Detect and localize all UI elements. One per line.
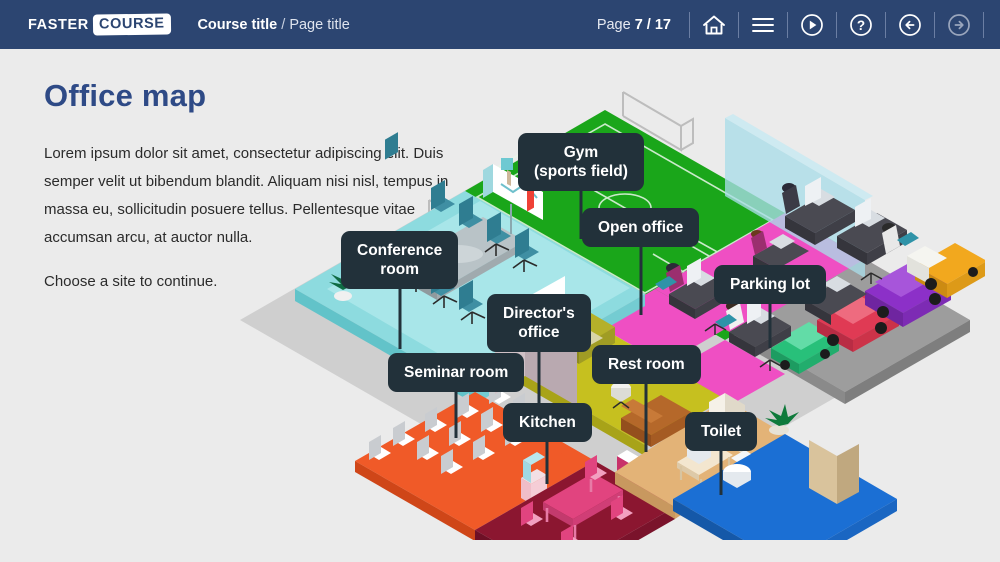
hotspot-label[interactable]: Conference room bbox=[341, 231, 459, 289]
hotspot-conference-room[interactable]: Conference room bbox=[341, 231, 459, 349]
app-header: FASTER COURSE Course title / Page title … bbox=[0, 0, 1000, 49]
pointer-line bbox=[454, 392, 458, 438]
hotspot-label[interactable]: Gym (sports field) bbox=[518, 133, 644, 191]
home-icon bbox=[701, 13, 727, 37]
help-icon: ? bbox=[849, 13, 873, 37]
hotspot-label[interactable]: Rest room bbox=[592, 345, 701, 384]
page-counter-value: 7 / 17 bbox=[634, 16, 671, 33]
divider bbox=[983, 11, 984, 38]
slide-canvas: FASTER COURSE Course title / Page title … bbox=[0, 0, 1000, 562]
breadcrumb-separator: / bbox=[277, 16, 290, 33]
page-title: Office map bbox=[44, 78, 207, 113]
logo-faster-text: FASTER bbox=[28, 16, 89, 33]
next-button[interactable] bbox=[935, 0, 983, 49]
hotspot-gym[interactable]: Gym (sports field) bbox=[518, 133, 644, 239]
page-counter: Page 7 / 17 bbox=[597, 17, 671, 33]
menu-icon bbox=[750, 14, 776, 36]
logo-course-text: COURSE bbox=[93, 14, 170, 35]
page-counter-label: Page bbox=[596, 16, 635, 33]
svg-text:?: ? bbox=[857, 18, 865, 33]
pointer-line bbox=[768, 304, 772, 348]
previous-icon bbox=[898, 13, 922, 37]
pointer-line bbox=[639, 247, 643, 315]
hotspot-rest-room[interactable]: Rest room bbox=[592, 345, 701, 452]
hotspot-label[interactable]: Seminar room bbox=[388, 353, 525, 392]
hotspot-directors-office[interactable]: Director's office bbox=[487, 294, 591, 414]
header-controls: Page 7 / 17 ? bbox=[597, 0, 1000, 49]
pointer-line bbox=[644, 384, 648, 452]
pointer-line bbox=[719, 451, 723, 495]
breadcrumb-course-title: Course title bbox=[197, 16, 278, 33]
brand-logo[interactable]: FASTER COURSE bbox=[28, 14, 170, 35]
hotspot-parking-lot[interactable]: Parking lot bbox=[714, 265, 827, 348]
hotspot-label[interactable]: Parking lot bbox=[714, 265, 827, 304]
hotspot-kitchen[interactable]: Kitchen bbox=[503, 403, 592, 484]
hotspot-label[interactable]: Kitchen bbox=[503, 403, 592, 442]
hotspot-label[interactable]: Open office bbox=[582, 208, 700, 247]
help-button[interactable]: ? bbox=[837, 0, 885, 49]
hotspot-seminar-room[interactable]: Seminar room bbox=[388, 353, 525, 438]
play-icon bbox=[800, 13, 824, 37]
hotspot-label[interactable]: Toilet bbox=[685, 412, 758, 451]
hotspot-label[interactable]: Director's office bbox=[487, 294, 591, 352]
home-button[interactable] bbox=[690, 0, 738, 49]
previous-button[interactable] bbox=[886, 0, 934, 49]
menu-button[interactable] bbox=[739, 0, 787, 49]
hotspot-open-office[interactable]: Open office bbox=[582, 208, 700, 315]
breadcrumb-page-title: Page title bbox=[289, 16, 350, 33]
next-icon bbox=[947, 13, 971, 37]
hotspot-toilet[interactable]: Toilet bbox=[685, 412, 758, 495]
pointer-line bbox=[545, 442, 549, 484]
play-button[interactable] bbox=[788, 0, 836, 49]
pointer-line bbox=[398, 289, 402, 349]
breadcrumb: Course title / Page title bbox=[197, 17, 349, 33]
